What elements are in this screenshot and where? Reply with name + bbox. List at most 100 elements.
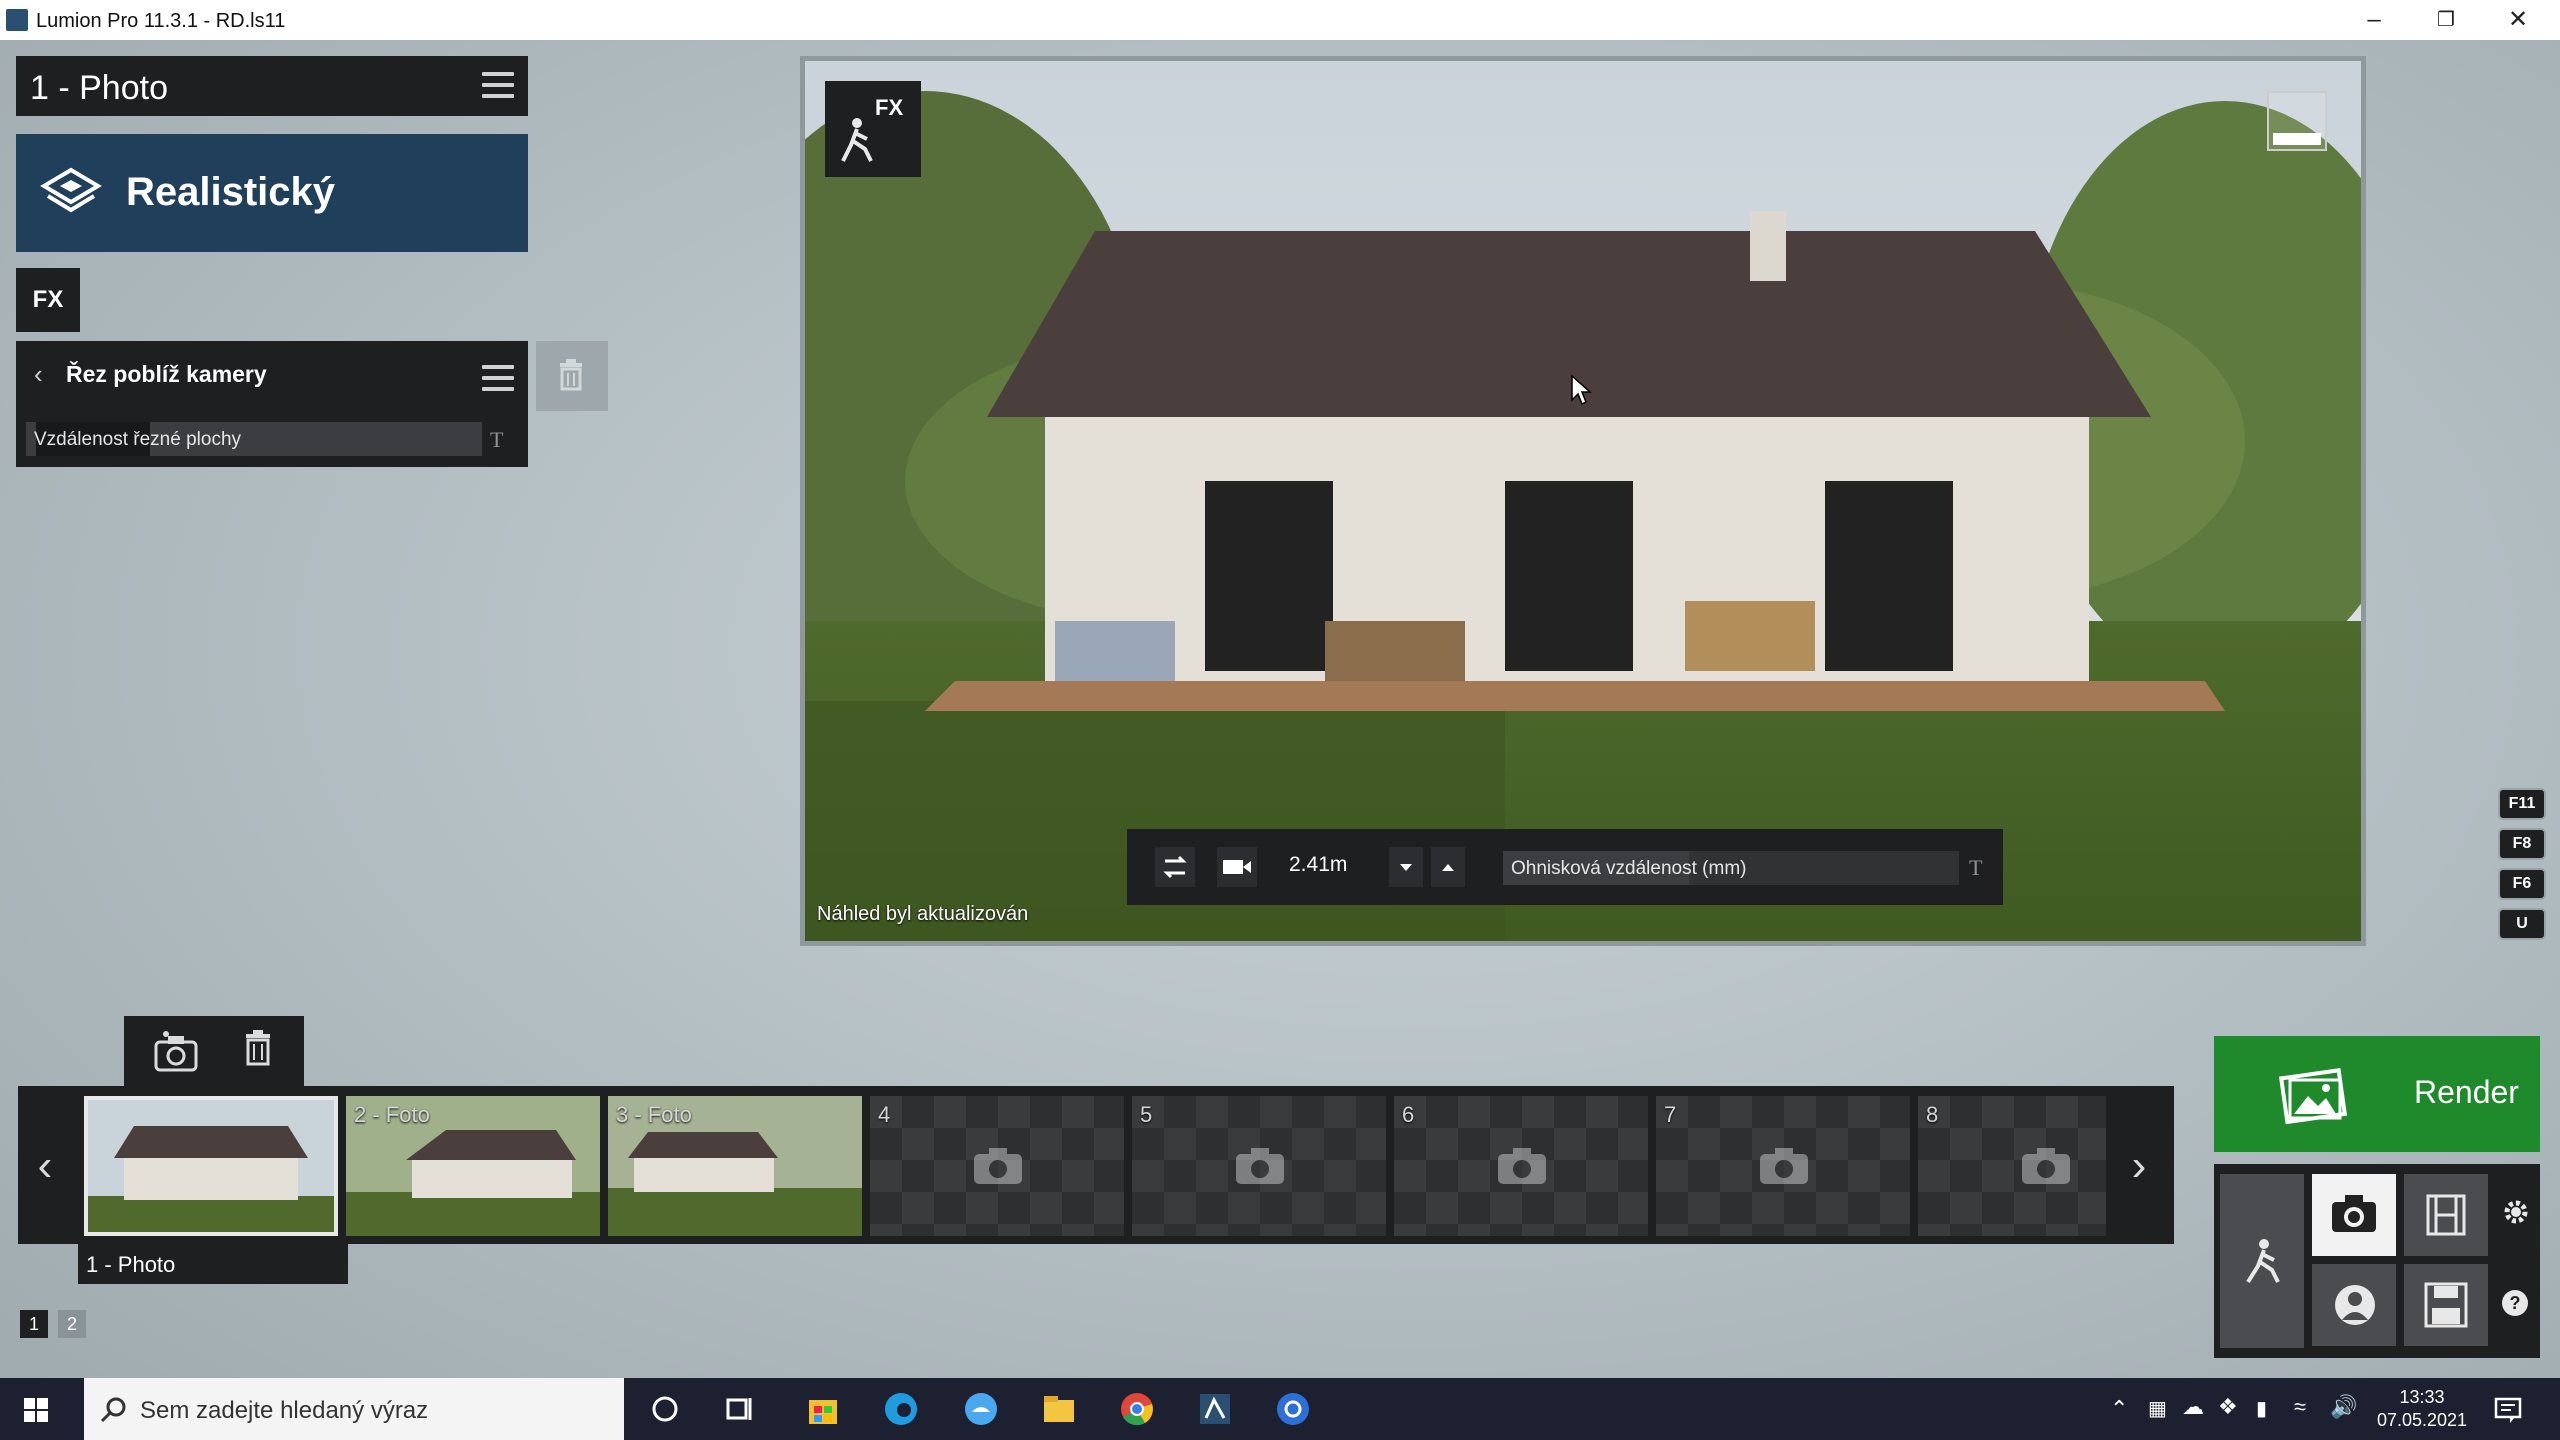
page-1-button[interactable]: 1	[20, 1310, 48, 1338]
take-photo-icon[interactable]	[152, 1030, 200, 1074]
photo-slot-4[interactable]: 4	[870, 1096, 1124, 1236]
swap-icon	[1163, 855, 1187, 879]
focal-length-slider[interactable]: Ohnisková vzdálenost (mm)	[1503, 851, 1959, 885]
photo-strip: ‹ 2 - Foto 3 - Foto 4 5 6 7 8 ›	[18, 1086, 2174, 1244]
walker-icon	[2246, 1239, 2280, 1284]
style-card-realistic[interactable]: Realistický	[16, 134, 528, 252]
file-explorer-icon[interactable]	[1040, 1390, 1078, 1428]
restore-button[interactable]: ❐	[2410, 0, 2482, 40]
focal-text-input-icon[interactable]: T	[1969, 855, 1982, 881]
panorama-mode-button[interactable]	[2312, 1264, 2396, 1346]
strip-tools	[124, 1016, 304, 1086]
key-f6-badge[interactable]: F6	[2498, 868, 2546, 900]
close-button[interactable]: ✕	[2482, 0, 2554, 40]
camera-placeholder-icon	[1760, 1148, 1808, 1184]
menu-icon[interactable]	[482, 72, 514, 98]
layers-icon	[40, 167, 102, 213]
browser-app-icon[interactable]	[1274, 1390, 1312, 1428]
tray-overflow-icon[interactable]: ⌃	[2110, 1396, 2128, 1422]
walker-icon	[841, 118, 873, 162]
save-icon	[2424, 1282, 2468, 1328]
key-f8-badge[interactable]: F8	[2498, 828, 2546, 860]
photo-slot-8[interactable]: 8	[1918, 1096, 2106, 1236]
height-up-button[interactable]	[1431, 847, 1465, 887]
camera-placeholder-icon	[974, 1148, 1022, 1184]
photo-thumbnail-1	[84, 1096, 338, 1236]
slot-number: 5	[1140, 1102, 1153, 1127]
onedrive-icon[interactable]: ☁	[2182, 1394, 2204, 1420]
clock-time: 13:33	[2399, 1387, 2445, 1407]
photo-slot-6[interactable]: 6	[1394, 1096, 1648, 1236]
strip-prev-button[interactable]: ‹	[20, 1126, 70, 1206]
chrome-icon[interactable]	[1118, 1390, 1156, 1428]
photo-slot-5[interactable]: 5	[1132, 1096, 1386, 1236]
slot-label: 3 - Foto	[616, 1102, 692, 1127]
photo-slot-1[interactable]	[84, 1096, 338, 1236]
selected-photo-name: 1 - Photo	[86, 1252, 176, 1277]
settings-gear-icon[interactable]	[2502, 1198, 2530, 1226]
photo-title: 1 - Photo	[30, 69, 168, 107]
edge-icon[interactable]	[882, 1390, 920, 1428]
effect-menu-icon[interactable]	[482, 365, 514, 391]
wifi-icon[interactable]: ≈	[2294, 1394, 2306, 1420]
photo-mode-button[interactable]	[2312, 1174, 2396, 1256]
battery-icon[interactable]: ▮	[2256, 1396, 2267, 1421]
slider-label: Vzdálenost řezné plochy	[34, 429, 242, 450]
camera-placeholder-icon	[1236, 1148, 1284, 1184]
slot-number: 8	[1926, 1102, 1939, 1127]
store-icon[interactable]	[804, 1390, 842, 1428]
fx-button[interactable]: FX	[16, 268, 80, 332]
camera-height-button[interactable]	[1217, 847, 1257, 887]
search-icon	[100, 1397, 126, 1423]
swap-camera-button[interactable]	[1155, 847, 1195, 887]
fx-overlay-button[interactable]: FX	[825, 81, 921, 177]
tray-app-icon[interactable]: ▦	[2148, 1396, 2167, 1421]
taskbar-search-input[interactable]: Sem zadejte hledaný výraz	[84, 1378, 624, 1440]
movie-mode-button[interactable]	[2404, 1174, 2488, 1256]
fx-overlay-label: FX	[875, 95, 904, 120]
trash-icon	[560, 359, 582, 391]
text-input-icon[interactable]: T	[490, 427, 503, 453]
notification-icon[interactable]	[2494, 1396, 2522, 1424]
chat-app-icon[interactable]	[962, 1390, 1000, 1428]
delete-effect-button[interactable]	[536, 341, 608, 411]
dropbox-icon[interactable]: ❖	[2218, 1394, 2238, 1420]
style-label: Realistický	[126, 170, 336, 214]
render-button[interactable]: Render	[2214, 1036, 2540, 1152]
minimize-button[interactable]: –	[2338, 0, 2410, 40]
page-2-button[interactable]: 2	[58, 1310, 86, 1338]
save-scene-button[interactable]	[2404, 1264, 2488, 1346]
photo-slot-2[interactable]: 2 - Foto	[346, 1096, 600, 1236]
cut-distance-slider[interactable]: Vzdálenost řezné plochy	[26, 422, 482, 456]
lumion-taskbar-icon[interactable]	[1196, 1390, 1234, 1428]
film-icon	[2426, 1194, 2466, 1236]
slot-label: 2 - Foto	[354, 1102, 430, 1127]
delete-photo-icon[interactable]	[242, 1030, 282, 1074]
help-icon[interactable]: ?	[2502, 1290, 2528, 1316]
focal-label: Ohnisková vzdálenost (mm)	[1511, 858, 1747, 879]
walk-mode-button[interactable]	[2220, 1174, 2304, 1348]
search-placeholder: Sem zadejte hledaný výraz	[140, 1397, 429, 1424]
title-bar: Lumion Pro 11.3.1 - RD.ls11 – ❐ ✕	[0, 0, 2560, 40]
cortana-icon[interactable]	[646, 1390, 684, 1428]
camera-height-value: 2.41m	[1289, 853, 1348, 876]
preview-quality-toggle[interactable]	[2267, 91, 2327, 151]
windows-start-icon[interactable]	[24, 1398, 48, 1422]
render-label: Render	[2414, 1074, 2519, 1110]
lumion-app-icon	[6, 9, 28, 31]
back-chevron-icon[interactable]: ‹	[34, 359, 43, 390]
taskbar-clock[interactable]: 13:33 07.05.2021	[2372, 1386, 2472, 1432]
strip-next-button[interactable]: ›	[2114, 1126, 2164, 1206]
viewport[interactable]: FX Náhled byl aktualizován 2.41m Ohnisko…	[800, 56, 2366, 946]
height-down-button[interactable]	[1389, 847, 1423, 887]
video-camera-icon	[1223, 860, 1251, 874]
photo-slot-3[interactable]: 3 - Foto	[608, 1096, 862, 1236]
slot-number: 6	[1402, 1102, 1415, 1127]
mouse-cursor-icon	[1571, 374, 1592, 406]
key-u-badge[interactable]: U	[2498, 908, 2546, 940]
camera-placeholder-icon	[2022, 1148, 2070, 1184]
task-view-icon[interactable]	[722, 1390, 760, 1428]
key-f11-badge[interactable]: F11	[2498, 788, 2546, 820]
volume-icon[interactable]: 🔊	[2330, 1394, 2357, 1420]
photo-slot-7[interactable]: 7	[1656, 1096, 1910, 1236]
